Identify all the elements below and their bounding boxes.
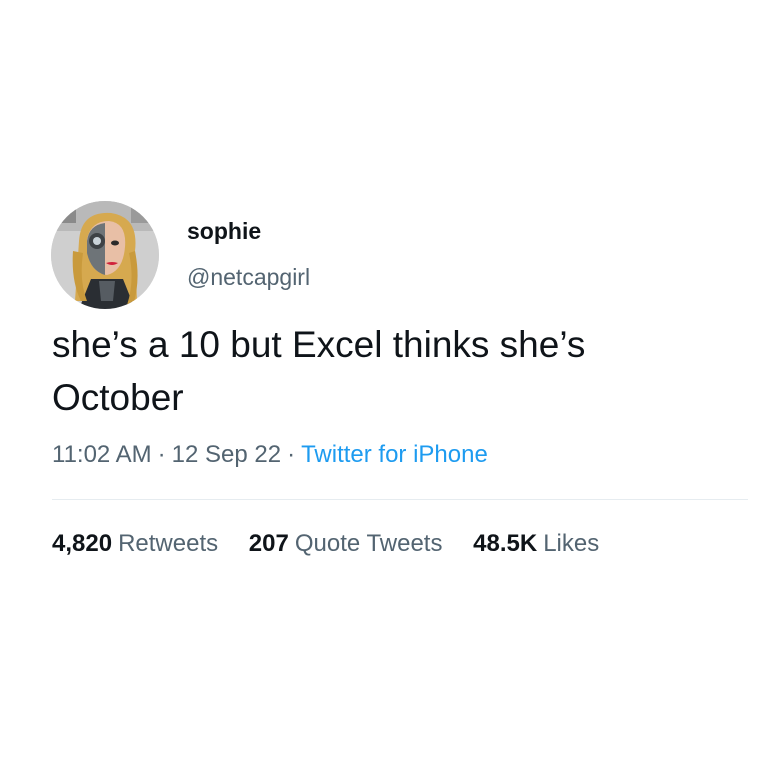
tweet-stats: 4,820 Retweets 207 Quote Tweets 48.5K Likes — [52, 530, 599, 558]
meta-separator: · — [157, 441, 166, 468]
quote-tweets-stat[interactable]: 207 Quote Tweets — [249, 530, 443, 558]
quote-tweets-count: 207 — [248, 530, 289, 557]
user-handle[interactable]: @netcapgirl — [187, 264, 310, 291]
likes-label: Likes — [543, 530, 600, 557]
quote-tweets-label: Quote Tweets — [294, 530, 443, 557]
display-name[interactable]: sophie — [187, 218, 261, 245]
likes-stat[interactable]: 48.5K Likes — [473, 530, 599, 558]
likes-count: 48.5K — [473, 530, 538, 557]
tweet-source-link[interactable]: Twitter for iPhone — [301, 441, 488, 468]
retweets-label: Retweets — [118, 530, 219, 557]
tweet-time[interactable]: 11:02 AM — [52, 441, 152, 468]
tweet-text-line: October — [52, 377, 184, 418]
avatar[interactable] — [51, 201, 159, 309]
divider — [52, 499, 748, 500]
retweets-count: 4,820 — [52, 530, 113, 557]
meta-separator: · — [287, 441, 296, 468]
retweets-stat[interactable]: 4,820 Retweets — [52, 530, 218, 558]
tweet-date[interactable]: 12 Sep 22 — [172, 441, 281, 468]
avatar-image — [51, 201, 159, 309]
tweet-meta: 11:02 AM · 12 Sep 22 · Twitter for iPhone — [52, 441, 488, 469]
tweet-card: sophie @netcapgirl she’s a 10 but Excel … — [0, 0, 774, 774]
tweet-text-line: she’s a 10 but Excel thinks she’s — [52, 324, 586, 365]
tweet-text: she’s a 10 but Excel thinks she’s Octobe… — [52, 318, 742, 424]
